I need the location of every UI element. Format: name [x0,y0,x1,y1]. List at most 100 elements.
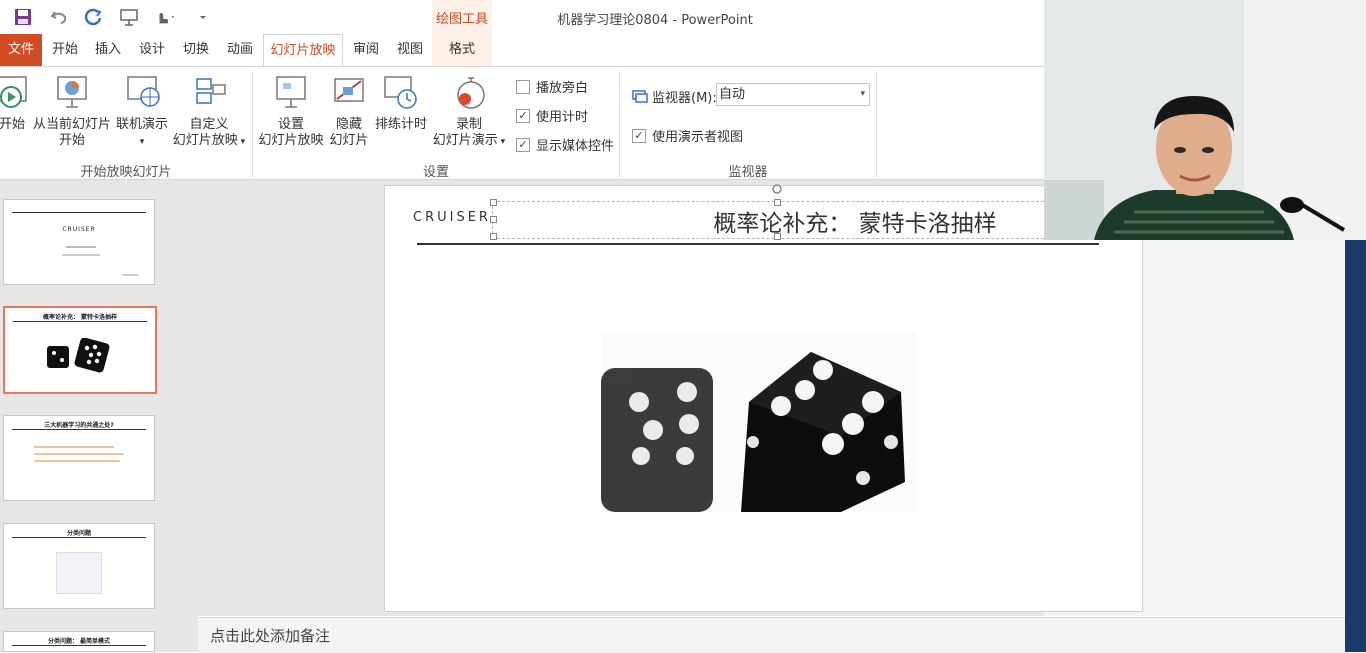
rehearse-label: 排练计时 [374,117,427,132]
present-online-button[interactable]: 联机演示 ▾ [113,73,171,150]
play-narrations-checkbox[interactable]: 播放旁白 [516,77,588,96]
from-current-label-2: 开始 [58,133,85,148]
group-label-monitor: 监视器 [728,165,768,180]
show-media-controls-label: 显示媒体控件 [536,139,615,154]
cruiser-logo: CRUISER [413,210,491,225]
group-label-setup: 设置 [422,165,449,180]
save-icon[interactable] [12,6,34,28]
globe-slide-icon [127,76,160,107]
start-slideshow-icon[interactable] [118,6,140,28]
slide-thumbnail-2[interactable]: 概率论补充： 蒙特卡洛抽样 [3,306,157,394]
from-beginning-button[interactable]: 开始 [0,73,32,133]
presenter-view-label: 使用演示者视图 [652,130,744,145]
thumb-logo: CRUISER [62,226,96,233]
thumb-rule [12,429,146,430]
background-strip [1345,240,1366,652]
rehearse-timings-button[interactable]: 排练计时 [372,73,430,133]
thumb-text-line [122,274,138,276]
thumb-title: 分类问题： 最简单模式 [47,638,111,645]
thumb-rule [12,212,146,213]
setup-label-2: 幻灯片放映 [258,133,324,148]
tab-design[interactable]: 设计 [131,34,173,66]
group-separator [252,71,253,177]
dice-picture[interactable] [601,332,917,512]
notes-placeholder[interactable]: 点击此处添加备注 [210,625,330,646]
play-narrations-label: 播放旁白 [536,81,589,96]
tab-slideshow[interactable]: 幻灯片放映 [263,34,343,67]
slide-title-rule [417,243,1099,245]
present-online-label: 联机演示 [115,117,168,132]
ribbon-tabs: 文件 开始 插入 设计 切换 动画 幻灯片放映 审阅 视图 格式 [0,34,1044,67]
thumb-title: 三大机器学习的共通之处? [44,422,114,429]
use-timings-checkbox[interactable]: ✓ 使用计时 [516,106,588,125]
presenter-view-checkbox[interactable]: ✓ 使用演示者视图 [632,126,743,145]
setup-slide-icon [276,76,306,108]
use-timings-label: 使用计时 [536,110,589,125]
touch-mode-icon[interactable] [154,6,176,28]
custom-slideshow-label-2: 幻灯片放映 [172,133,238,148]
record-label-2: 幻灯片演示 [432,133,498,148]
thumbnail-pane: CRUISER 概率论补充： 蒙特卡洛抽样 三大机器学习的共通之处? 分类问题 … [0,180,198,652]
group-separator [876,71,877,177]
custom-slideshow-button[interactable]: 自定义 幻灯片放映 ▾ [170,73,248,150]
show-media-controls-checkbox[interactable]: ✓ 显示媒体控件 [516,135,614,154]
monitor-label: 监视器(M): [652,91,717,106]
checkbox-unchecked[interactable] [516,79,530,94]
webcam-overlay [1044,0,1366,240]
tab-file[interactable]: 文件 [0,34,42,66]
presenter-video [1044,0,1366,240]
thumb-rule [12,537,146,538]
hide-label-2: 幻灯片 [329,133,369,148]
thumb-text-line [66,246,96,248]
setup-slideshow-button[interactable]: 设置 幻灯片放映 [256,73,326,149]
checkbox-checked[interactable]: ✓ [516,137,530,152]
group-label-start: 开始放映幻灯片 [80,165,172,180]
from-current-label-1: 从当前幻灯片 [32,117,111,132]
ribbon: 开始 从当前幻灯片 开始 联机演示 ▾ 自定义 幻灯片放映 ▾ 开始放映幻灯片 … [0,66,1044,180]
thumb-text-line [34,460,120,462]
thumb-title: 分类问题 [66,530,91,537]
slide-thumbnail-1[interactable]: CRUISER [3,199,155,285]
dice-thumbnail-icon [47,338,110,373]
checkbox-checked[interactable]: ✓ [632,128,646,143]
notes-pane[interactable]: 点击此处添加备注 [198,617,1345,653]
slide-pie-icon [57,76,87,108]
checkbox-checked[interactable]: ✓ [516,108,530,123]
tab-format[interactable]: 格式 [433,34,491,66]
thumb-rule [13,321,147,322]
thumb-text-line [34,446,114,448]
tab-animations[interactable]: 动画 [219,34,261,66]
thumb-title: 概率论补充： 蒙特卡洛抽样 [42,314,118,321]
window-title: 机器学习理论0804 - PowerPoint [557,13,753,28]
dropdown-arrow-icon: ▾ [139,137,145,147]
monitor-dropdown[interactable]: 自动 ▾ [716,83,870,106]
tab-transitions[interactable]: 切换 [175,34,217,66]
custom-slideshow-label-1: 自定义 [189,117,229,132]
monitor-icon [632,89,648,103]
rotate-handle-icon [772,184,782,194]
thumb-text-line [34,453,124,455]
hide-slide-button[interactable]: 隐藏 幻灯片 [326,73,372,149]
redo-icon[interactable] [82,6,104,28]
custom-slides-icon [196,78,226,104]
undo-icon[interactable] [48,6,70,28]
context-group-label: 绘图工具 [435,12,488,27]
timer-slide-icon [384,76,417,109]
record-icon [457,77,485,109]
slide-thumbnail-3[interactable]: 三大机器学习的共通之处? [3,415,155,501]
tab-insert[interactable]: 插入 [87,34,129,66]
monitor-selector: 监视器(M): [632,87,717,106]
dropdown-arrow-icon: ▾ [860,89,865,99]
tab-review[interactable]: 审阅 [345,34,387,66]
from-current-button[interactable]: 从当前幻灯片 开始 [32,73,112,149]
slide-canvas[interactable]: CRUISER 概率论补充： 蒙特卡洛抽样 [384,184,1143,612]
customize-qat-icon[interactable] [192,6,214,28]
slide-thumbnail-4[interactable]: 分类问题 [3,523,155,609]
thumb-rule [12,645,146,646]
tab-home[interactable]: 开始 [44,34,86,66]
slide-thumbnail-5[interactable]: 分类问题： 最简单模式 [3,631,155,652]
record-slideshow-button[interactable]: 录制 幻灯片演示 ▾ [430,73,508,150]
record-label-1: 录制 [455,117,482,132]
setup-label-1: 设置 [277,117,304,132]
tab-view[interactable]: 视图 [389,34,431,66]
